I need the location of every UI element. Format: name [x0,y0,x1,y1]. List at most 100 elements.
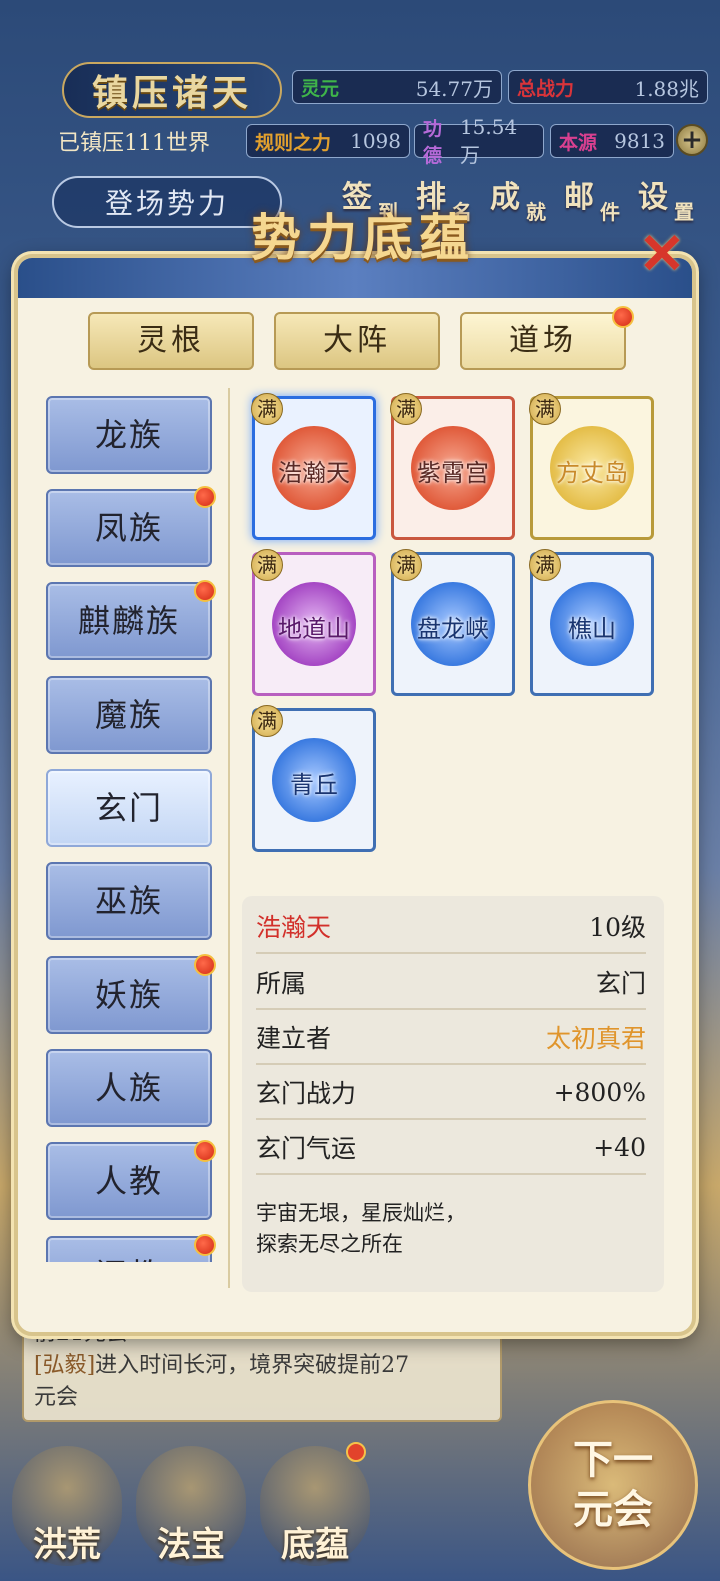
menu-sub: 就 [526,200,546,224]
stat-origin: 本源 9813 [550,124,674,158]
dojo-name: 紫霄宫 [417,459,489,487]
next-label-1: 下一 [573,1436,653,1483]
dojo-name: 樵山 [568,615,616,643]
stat-value: 9813 [614,129,665,153]
dojo-card-selected[interactable]: 浩瀚天 满 [251,393,376,540]
game-title: 镇压诸天 [62,62,282,118]
info-row: 玄门战力 +800% [256,1066,646,1120]
log-name: [弘毅] [34,1353,96,1378]
desc-line: 探索无尽之所在 [256,1232,403,1256]
max-level-badge: 满 [251,393,283,425]
stat-label: 总战力 [517,77,575,100]
notification-dot [346,1442,366,1462]
plus-icon: + [681,125,703,155]
max-level-badge: 满 [529,393,561,425]
next-era-button[interactable]: 下一 元会 [528,1400,698,1570]
stat-label: 本源 [559,131,598,154]
modal-title: 势力底蕴 [251,208,475,267]
max-level-badge: 满 [251,549,283,581]
notification-dot [194,486,216,508]
faction-item[interactable]: 麒麟族 [46,582,212,660]
menu-sub: 件 [600,200,620,224]
stat-label: 灵元 [301,77,340,100]
log-line: 元会 [34,1385,79,1410]
max-level-badge: 满 [390,393,422,425]
stat-value: 1.88兆 [634,76,699,101]
stat-value: 1098 [350,129,401,153]
dojo-name: 方丈岛 [556,459,628,487]
max-level-badge: 满 [251,705,283,737]
stat-value: 15.54万 [459,114,518,167]
log-line: [弘毅]进入时间长河，境界突破提前27 [34,1350,490,1382]
faction-item[interactable]: 魔族 [46,676,212,754]
info-key: 所属 [256,969,307,998]
stat-total-power: 总战力 1.88兆 [508,70,708,104]
faction-item[interactable]: 龙族 [46,396,212,474]
info-key: 玄门气运 [256,1134,357,1163]
next-label-2: 元会 [573,1486,653,1533]
tab-dazhen[interactable]: 大阵 [274,312,440,370]
max-level-badge: 满 [390,549,422,581]
dojo-name: 盘龙峡 [417,615,489,643]
stat-label: 规则之力 [255,131,332,154]
dojo-name: 地道山 [278,615,350,643]
notification-dot [194,1140,216,1162]
dojo-name: 浩瀚天 [278,459,350,487]
dojo-info-panel: 浩瀚天 10级 所属 玄门 建立者 太初真君 玄门战力 +800% 玄门气运 +… [242,896,664,1292]
stat-rule-power: 规则之力 1098 [246,124,410,158]
dojo-card[interactable]: 青丘 满 [251,705,376,852]
faction-item[interactable]: 凤族 [46,489,212,567]
add-resource-button[interactable]: + [676,124,708,156]
nav-diyun[interactable]: 底蕴 [260,1446,370,1566]
faction-item[interactable]: 人族 [46,1049,212,1127]
dojo-card[interactable]: 方丈岛 满 [529,393,654,540]
notification-dot [194,954,216,976]
notification-dot [612,306,634,328]
info-key: 建立者 [256,1024,332,1053]
mail-button[interactable]: 邮件 [562,172,632,234]
info-key: 玄门战力 [256,1079,357,1108]
dojo-description: 宇宙无垠，星辰灿烂， 探索无尽之所在 [256,1198,646,1260]
faction-item[interactable]: 妖族 [46,956,212,1034]
dojo-title: 浩瀚天 [256,913,332,942]
stat-merit: 功德 15.54万 [414,115,544,167]
faction-list[interactable]: 龙族 凤族 麒麟族 魔族 玄门 巫族 妖族 人族 人教 阐教 [40,390,222,1262]
info-row: 所属 玄门 [256,956,646,1010]
info-value: 太初真君 [545,1024,646,1053]
dojo-card[interactable]: 紫霄宫 满 [390,393,515,540]
info-value: 玄门 [595,969,646,998]
info-value: +800% [553,1077,646,1107]
dojo-card[interactable]: 樵山 满 [529,549,654,696]
dojo-level: 10级 [589,913,646,942]
menu-label: 设 [638,180,668,215]
faction-item[interactable]: 巫族 [46,862,212,940]
info-row-title: 浩瀚天 10级 [256,900,646,954]
faction-item-selected[interactable]: 玄门 [46,769,212,847]
nav-fabao[interactable]: 法宝 [136,1446,246,1566]
dojo-card[interactable]: 盘龙峡 满 [390,549,515,696]
close-icon[interactable]: ✕ [634,226,690,282]
stat-lingyuan: 灵元 54.77万 [292,70,502,104]
stat-value: 54.77万 [415,76,493,101]
faction-item[interactable]: 阐教 [46,1236,212,1262]
panel-divider [228,388,230,1288]
info-value: +40 [593,1132,646,1162]
info-row: 玄门气运 +40 [256,1121,646,1175]
dojo-card[interactable]: 地道山 满 [251,549,376,696]
nav-label: 法宝 [157,1525,225,1565]
max-level-badge: 满 [529,549,561,581]
tab-linggen[interactable]: 灵根 [88,312,254,370]
notification-dot [194,580,216,602]
conquered-worlds: 已镇压111世界 [58,131,210,156]
notification-dot [194,1234,216,1256]
nav-label: 洪荒 [33,1525,101,1565]
tab-daochang[interactable]: 道场 [460,312,626,370]
nav-honghuang[interactable]: 洪荒 [12,1446,122,1566]
stat-label: 功德 [423,118,443,167]
menu-label: 邮 [564,180,594,215]
nav-label: 底蕴 [281,1525,349,1565]
log-text: 进入时间长河，境界突破提前27 [95,1353,410,1378]
info-row: 建立者 太初真君 [256,1011,646,1065]
desc-line: 宇宙无垠，星辰灿烂， [256,1201,466,1225]
faction-item[interactable]: 人教 [46,1142,212,1220]
